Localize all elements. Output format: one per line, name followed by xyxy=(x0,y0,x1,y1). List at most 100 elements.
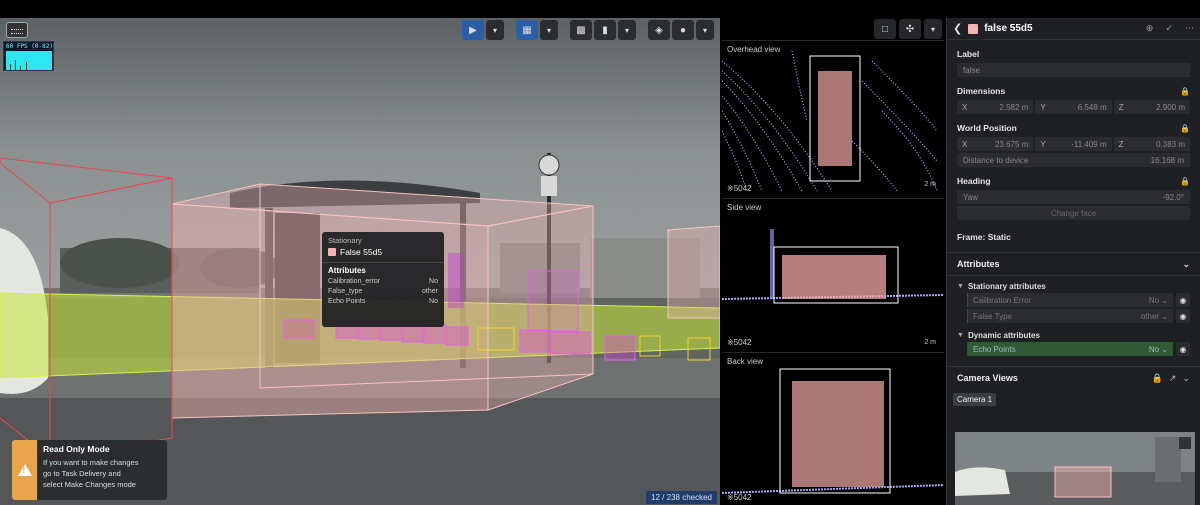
yaw-field[interactable]: Yaw -92.0° xyxy=(957,190,1190,204)
calibration-error-select[interactable]: Calibration Error No ⌄ xyxy=(967,293,1173,307)
overhead-view-id: ※5042 xyxy=(727,184,752,193)
position-x-field[interactable]: X 23.675 m xyxy=(957,137,1034,151)
layers-icon[interactable]: ◈ xyxy=(648,20,670,40)
lock-icon[interactable]: 🔒 xyxy=(1180,124,1190,133)
external-link-icon[interactable]: ↗ xyxy=(1169,373,1177,384)
overhead-view-title: Overhead view xyxy=(727,45,781,54)
overhead-view-panel[interactable]: Overhead view ※5042 2 m xyxy=(722,40,944,196)
camera-thumbnail[interactable] xyxy=(955,432,1195,505)
video-camera-icon[interactable]: ▶ xyxy=(462,20,484,40)
frame-label: Frame: Static xyxy=(957,232,1011,242)
tag-icon[interactable]: ▮ xyxy=(594,20,616,40)
attribute-row: False Type other ⌄ ◉ xyxy=(947,309,1200,323)
dimensions-fields: X 2.582 m Y 6.548 m Z 2.900 m xyxy=(957,100,1190,114)
read-only-line1: If you want to make changes xyxy=(43,458,139,467)
side-view-id: ※5042 xyxy=(727,338,752,347)
echo-points-select[interactable]: Echo Points No ⌄ xyxy=(967,342,1173,356)
back-view-panel[interactable]: Back view ※5042 xyxy=(722,352,944,505)
properties-panel: ❮ false 55d5 ⊕ ✓ ⋯ Label false Dimension… xyxy=(946,18,1200,505)
palette-icon[interactable]: ◉ xyxy=(1176,342,1190,356)
camera-views-accordion[interactable]: Camera Views 🔒 ↗ ⌄ xyxy=(947,367,1200,389)
triangle-down-icon: ▼ xyxy=(957,283,964,290)
back-chevron-icon[interactable]: ❮ xyxy=(953,22,962,35)
properties-header: ❮ false 55d5 ⊕ ✓ ⋯ xyxy=(947,18,1200,40)
tooltip-object-name: False 55d5 xyxy=(340,247,383,257)
distance-field: Distance to device 16.168 m xyxy=(957,153,1190,167)
read-only-notice: Read Only Mode If you want to make chang… xyxy=(12,440,167,500)
tooltip-title: False 55d5 xyxy=(328,247,438,257)
dynamic-attributes-heading[interactable]: ▼ Dynamic attributes xyxy=(947,331,1200,340)
dimension-y-field[interactable]: Y 6.548 m xyxy=(1035,100,1112,114)
position-z-field[interactable]: Z 0.383 m xyxy=(1113,137,1190,151)
dimensions-heading: Dimensions 🔒 xyxy=(957,86,1190,96)
side-view-panel[interactable]: Side view ※5042 2 m xyxy=(722,198,944,350)
checker-pattern-icon[interactable]: ▩ xyxy=(570,20,592,40)
side-pointcloud xyxy=(722,229,944,304)
target-icon[interactable]: ⊕ xyxy=(1146,23,1154,34)
fps-meter: 60 FPS (0-82) xyxy=(3,41,54,71)
camera-view[interactable]: 60 FPS (0-82) ▶ ▾ ▦ ▾ ▩ ▮ ▾ ◈ ● ▾ ⤢ Stat… xyxy=(0,18,720,505)
more-icon[interactable]: ⋯ xyxy=(1185,23,1194,34)
circle-icon[interactable]: ● xyxy=(672,20,694,40)
camera-dropdown-caret[interactable]: ▾ xyxy=(486,20,504,40)
fps-graph xyxy=(6,51,52,70)
dimension-z-field[interactable]: Z 2.900 m xyxy=(1113,100,1190,114)
camera-1-tab[interactable]: Camera 1 xyxy=(953,393,997,406)
world-position-heading: World Position 🔒 xyxy=(957,123,1190,133)
overhead-scale: 2 m xyxy=(924,181,936,188)
fps-label: 60 FPS (0-82) xyxy=(6,43,53,50)
tooltip-row: Echo Points No xyxy=(328,298,438,305)
side-scale: 2 m xyxy=(924,339,936,346)
checked-status-badge: 12 / 238 checked xyxy=(646,491,717,504)
tooltip-class: Stationary xyxy=(328,236,362,245)
false-type-select[interactable]: False Type other ⌄ xyxy=(967,309,1173,323)
camera-toolbar: ▶ ▾ ▦ ▾ ▩ ▮ ▾ ◈ ● ▾ ⤢ xyxy=(462,20,720,40)
warning-icon xyxy=(12,440,37,500)
tooltip-row: False_type other xyxy=(328,288,438,295)
dimension-x-field[interactable]: X 2.582 m xyxy=(957,100,1034,114)
lidar-toolbar: □ ✣ ▾ xyxy=(874,19,942,39)
layers-dropdown-caret[interactable]: ▾ xyxy=(696,20,714,40)
tooltip-attributes-heading: Attributes xyxy=(328,266,366,275)
palette-icon[interactable]: ◉ xyxy=(1176,293,1190,307)
chevron-down-icon: ⌄ xyxy=(1182,258,1190,269)
attribute-row: Calibration Error No ⌄ ◉ xyxy=(947,293,1200,307)
stationary-attributes-heading[interactable]: ▼ Stationary attributes xyxy=(947,282,1200,291)
layout-dropdown-caret[interactable]: ▾ xyxy=(540,20,558,40)
read-only-title: Read Only Mode xyxy=(43,444,110,454)
attributes-accordion[interactable]: Attributes ⌄ xyxy=(947,253,1200,275)
position-y-field[interactable]: Y -11.409 m xyxy=(1035,137,1112,151)
object-title: false 55d5 xyxy=(984,23,1033,34)
label-field[interactable]: false xyxy=(957,63,1190,77)
lidar-views: □ ✣ ▾ Overhead view ※5042 2 m Side view xyxy=(720,18,946,505)
layout-grid-icon[interactable]: ▦ xyxy=(516,20,538,40)
overhead-pointcloud xyxy=(722,50,938,192)
select-area-icon[interactable]: □ xyxy=(874,19,896,39)
back-view-title: Back view xyxy=(727,357,764,366)
read-only-line2: go to Task Delivery and xyxy=(43,469,121,478)
object-tooltip: Stationary False 55d5 Attributes Calibra… xyxy=(322,232,444,327)
world-position-fields: X 23.675 m Y -11.409 m Z 0.383 m xyxy=(957,137,1190,151)
tag-dropdown-caret[interactable]: ▾ xyxy=(618,20,636,40)
color-swatch xyxy=(328,248,336,256)
tooltip-row: Calibration_error No xyxy=(328,278,438,285)
lock-icon[interactable]: 🔒 xyxy=(1180,87,1190,96)
chevron-down-icon: ⌄ xyxy=(1182,372,1190,383)
triangle-down-icon: ▼ xyxy=(957,332,964,339)
lock-icon[interactable]: 🔒 xyxy=(1152,373,1163,384)
side-view-title: Side view xyxy=(727,203,762,212)
move-icon[interactable]: ✣ xyxy=(899,19,921,39)
back-view-id: ※5042 xyxy=(727,493,752,502)
read-only-line3: select Make Changes mode xyxy=(43,480,136,489)
change-face-button[interactable]: Change face xyxy=(957,206,1190,220)
top-strip xyxy=(0,0,1200,18)
camera-thumbnail-image xyxy=(955,432,1195,505)
check-icon[interactable]: ✓ xyxy=(1165,23,1173,34)
lidar-dropdown-caret[interactable]: ▾ xyxy=(924,19,942,39)
back-pointcloud xyxy=(722,368,944,494)
heading-heading: Heading 🔒 xyxy=(957,176,1190,186)
lock-icon[interactable]: 🔒 xyxy=(1180,177,1190,186)
keyboard-shortcuts-button[interactable] xyxy=(6,22,28,38)
palette-icon[interactable]: ◉ xyxy=(1176,309,1190,323)
color-swatch xyxy=(968,23,979,34)
